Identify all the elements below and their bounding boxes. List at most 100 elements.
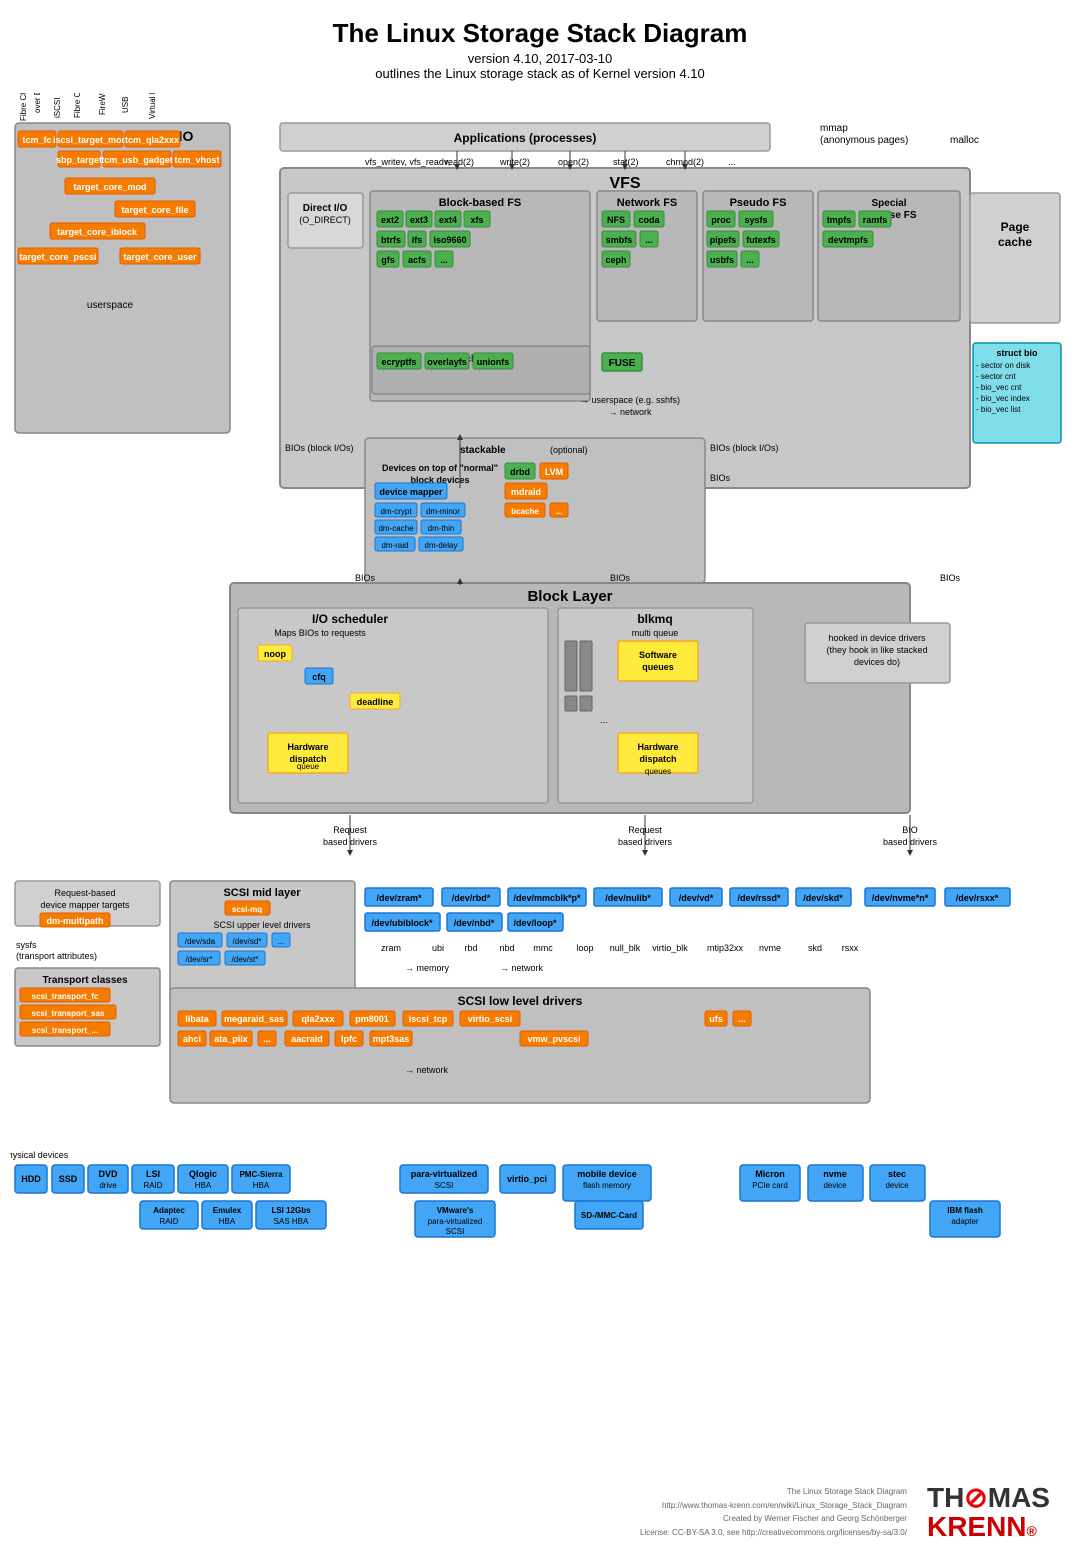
dev-nbd: /dev/nbd* — [454, 918, 495, 928]
tcm-usb-gadget: tcm_usb_gadget — [101, 155, 173, 165]
dev-ubiblock: /dev/ubiblock* — [371, 918, 433, 928]
gfs: gfs — [381, 255, 395, 265]
hooked-label2: (they hook in like stacked — [826, 645, 927, 655]
deadline: deadline — [357, 697, 394, 707]
struct-bio-label: struct bio — [996, 348, 1038, 358]
ramfs: ramfs — [863, 215, 888, 225]
dev-vd: /dev/vd* — [679, 893, 714, 903]
stat-syscall: stat(2) — [613, 157, 639, 167]
blockfs-label: Block-based FS — [439, 197, 522, 209]
rbd-drv: rbd — [464, 943, 477, 953]
networkfs-etc: ... — [645, 235, 653, 245]
hooked-label1: hooked in device drivers — [828, 633, 926, 643]
ifs: ifs — [412, 235, 423, 245]
dev-skd: /dev/skd* — [803, 893, 843, 903]
dev-loop: /dev/loop* — [513, 918, 557, 928]
btrfs: btrfs — [381, 235, 401, 245]
libata: libata — [185, 1014, 210, 1024]
virtio-scsi: virtio_scsi — [468, 1014, 513, 1024]
hw-queues-label: Hardware — [637, 742, 678, 752]
mtip32xx-drv: mtip32xx — [707, 943, 744, 953]
malloc-label: malloc — [950, 135, 979, 146]
pipefs: pipefs — [710, 235, 737, 245]
target-core-mod: target_core_mod — [73, 182, 146, 192]
bcache: bcache — [511, 507, 539, 516]
direct-io-label: Direct I/O — [303, 203, 348, 214]
dm-cache: dm-cache — [378, 524, 414, 533]
devtmpfs: devtmpfs — [828, 235, 868, 245]
rsxx-drv: rsxx — [842, 943, 859, 953]
target-core-user: target_core_user — [123, 252, 197, 262]
hw-dispatch-label3: queue — [297, 762, 320, 771]
stacked-etc: ... — [556, 507, 563, 516]
acfs: acfs — [408, 255, 426, 265]
tmpfs: tmpfs — [827, 215, 852, 225]
proc: proc — [711, 215, 731, 225]
mpt3sas: mpt3sas — [373, 1034, 410, 1044]
transport-label: Transport classes — [42, 975, 127, 986]
micron: Micron — [755, 1169, 785, 1179]
lsi-sas: LSI 12Gbs — [271, 1206, 311, 1215]
tcm-fc: tcm_fc — [22, 135, 51, 145]
vmware-scsi-sub2: SCSI — [446, 1227, 465, 1236]
qlogic: Qlogic — [189, 1169, 217, 1179]
stec-sub: device — [885, 1181, 909, 1190]
vfs-label: VFS — [609, 175, 640, 192]
ibm-flash: IBM flash — [947, 1206, 983, 1215]
struct-bio-1: - sector on disk — [976, 361, 1031, 370]
qla2xxx: qla2xxx — [301, 1014, 334, 1024]
devices-top-label: Devices on top of "normal" — [382, 463, 498, 473]
memory-arrow-label: → memory — [405, 963, 450, 973]
dev-mmcblk: /dev/mmcblk*p* — [513, 893, 581, 903]
dev-rssd: /dev/rssd* — [737, 893, 781, 903]
bios-right2-label: BIOs — [710, 473, 731, 483]
mmap-label: mmap — [820, 123, 848, 134]
ata-piix: ata_piix — [214, 1034, 248, 1044]
fibre-ch-label: Fibre Channel — [19, 93, 28, 121]
networkfs-label: Network FS — [617, 197, 678, 209]
struct-bio-5: - bio_vec list — [976, 405, 1021, 414]
hw-queues-label3: queues — [645, 767, 671, 776]
specialfs-label: Special — [871, 198, 906, 209]
hw-queues-label2: dispatch — [639, 754, 676, 764]
ext3: ext3 — [410, 215, 428, 225]
blockfs-etc: ... — [440, 255, 448, 265]
scsi-etc: ... — [278, 937, 285, 946]
userspace-lio-label: userspace — [87, 300, 134, 311]
bios-block2: BIOs — [610, 573, 631, 583]
read-syscall: read(2) — [445, 157, 474, 167]
hw-dispatch-label: Hardware — [287, 742, 328, 752]
ceph: ceph — [605, 255, 626, 265]
dm-delay: dm-delay — [425, 541, 458, 550]
tcm-qla2xxx: tcm_qla2xxx — [125, 135, 179, 145]
virtual-host-label: Virtual Host — [148, 93, 157, 119]
drbd: drbd — [510, 467, 530, 477]
xfs: xfs — [470, 215, 483, 225]
target-core-pscsi: target_core_pscsi — [19, 252, 96, 262]
open-syscall: open(2) — [558, 157, 589, 167]
scsi-low-etc: ... — [738, 1014, 746, 1024]
lsi-raid-sub: RAID — [143, 1181, 162, 1190]
write-syscall: write(2) — [499, 157, 530, 167]
page-cache-label: Page — [1001, 220, 1030, 234]
nvme-device: nvme — [823, 1169, 847, 1179]
tcm-vhost: tcm_vhost — [174, 155, 219, 165]
pm8001: pm8001 — [355, 1014, 389, 1024]
stackable-label: stackable — [460, 445, 506, 456]
struct-bio-2: - sector cnt — [976, 372, 1016, 381]
overlayfs: overlayfs — [427, 357, 467, 367]
pseudofs-label: Pseudo FS — [730, 197, 787, 209]
syscall-etc: ... — [728, 157, 736, 167]
lvm: LVM — [545, 467, 563, 477]
mdraid: mdraid — [511, 487, 541, 497]
network-label: → network — [608, 407, 652, 417]
ecryptfs: ecryptfs — [381, 357, 416, 367]
struct-bio-3: - bio_vec cnt — [976, 383, 1022, 392]
applications-label: Applications (processes) — [454, 131, 597, 145]
vmw-pvscsi: vmw_pvscsi — [527, 1034, 580, 1044]
struct-bio-4: - bio_vec index — [976, 394, 1030, 403]
virtio-blk-drv: virtio_blk — [652, 943, 688, 953]
smbfs: smbfs — [606, 235, 633, 245]
firewire-label: FireWire — [98, 93, 107, 115]
userspace-label: → userspace (e.g. sshfs) — [580, 395, 680, 405]
